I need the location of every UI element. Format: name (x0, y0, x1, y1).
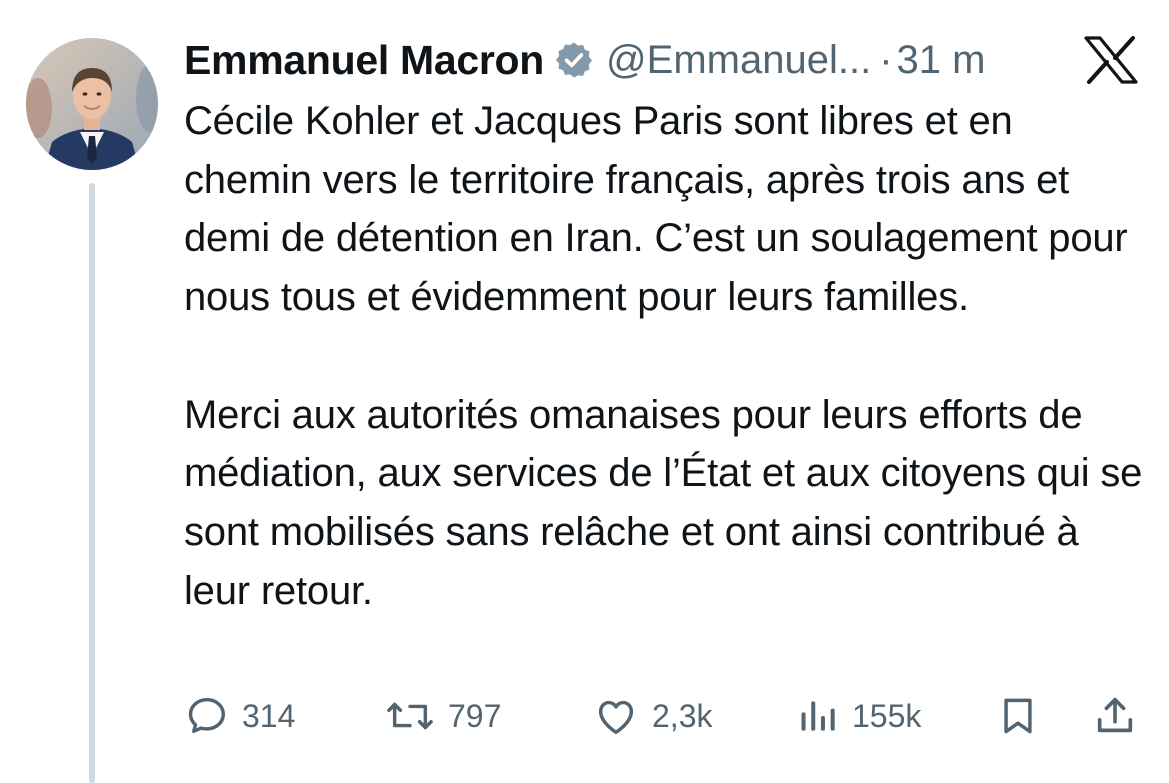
share-icon (1097, 697, 1133, 733)
thread-line (89, 183, 95, 783)
reply-button[interactable]: 314 (184, 690, 295, 742)
reply-count: 314 (242, 697, 296, 734)
share-button[interactable] (1092, 690, 1138, 742)
like-button[interactable]: 2,3k (592, 690, 712, 742)
repost-icon (387, 702, 433, 730)
repost-count: 797 (448, 697, 502, 734)
tweet-text: Cécile Kohler et Jacques Paris sont libr… (184, 92, 1144, 620)
views-button[interactable]: 155k (796, 690, 921, 742)
separator-dot: · (879, 37, 893, 82)
verified-badge-icon (554, 40, 594, 80)
tweet-header: Emmanuel Macron @Emmanuel... · 31 m (184, 32, 985, 88)
views-count: 155k (852, 697, 922, 734)
action-bar: 314 797 2,3k 155k (184, 690, 1144, 742)
avatar-photo (26, 38, 158, 170)
views-icon (801, 701, 835, 731)
tweet-card: Emmanuel Macron @Emmanuel... · 31 m Céci… (0, 0, 1169, 783)
tweet-paragraph: Cécile Kohler et Jacques Paris sont libr… (184, 99, 1128, 320)
reply-icon (188, 697, 226, 734)
tweet-timestamp[interactable]: 31 m (897, 38, 986, 83)
like-count: 2,3k (652, 697, 713, 734)
tweet-paragraph: Merci aux autorités omanaises pour leurs… (184, 392, 1143, 613)
avatar[interactable] (26, 38, 158, 170)
bookmark-icon (1004, 698, 1032, 734)
x-logo-icon (1084, 36, 1138, 84)
repost-button[interactable]: 797 (384, 690, 501, 742)
bookmark-button[interactable] (996, 690, 1040, 742)
author-display-name[interactable]: Emmanuel Macron (184, 37, 544, 84)
author-handle[interactable]: @Emmanuel... (606, 38, 871, 83)
like-icon (598, 700, 634, 735)
